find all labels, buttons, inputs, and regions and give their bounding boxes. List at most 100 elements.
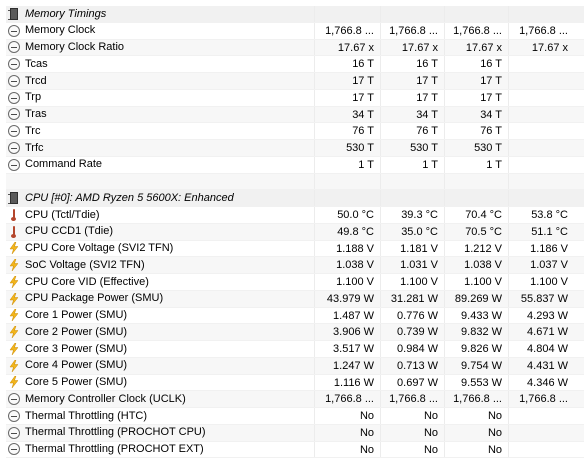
- sensor-row[interactable]: Memory Controller Clock (UCLK) 1,766.8 ..…: [6, 391, 584, 408]
- minimum-value: 16 T: [380, 56, 444, 72]
- sensor-name-cell: CPU Core Voltage (SVI2 TFN): [6, 241, 314, 257]
- lightning-icon: [8, 259, 20, 272]
- sensor-row[interactable]: Trc 76 T 76 T 76 T: [6, 123, 584, 140]
- average-value: [508, 156, 574, 173]
- clock-icon: [8, 158, 20, 171]
- sensor-row[interactable]: Thermal Throttling (PROCHOT EXT) No No No: [6, 441, 584, 459]
- minimum-value: 0.984 W: [380, 341, 444, 357]
- maximum-value: 89.269 W: [444, 290, 508, 307]
- sensor-name-cell: Trfc: [6, 140, 314, 156]
- current-value: No: [314, 441, 380, 458]
- maximum-value: 1.212 V: [444, 240, 508, 257]
- value-cell: [314, 190, 380, 206]
- sensor-row[interactable]: Core 3 Power (SMU) 3.517 W 0.984 W 9.826 W4…: [6, 341, 584, 358]
- minimum-value: 34 T: [380, 106, 444, 123]
- lightning-icon: [8, 242, 20, 255]
- value-cell: [444, 190, 508, 206]
- value-cell: [444, 6, 508, 22]
- average-value: [508, 73, 574, 89]
- maximum-value: 1,766.8 ...: [444, 391, 508, 407]
- minimum-value: 17 T: [380, 89, 444, 106]
- sensor-row[interactable]: Command Rate 1 T1 T1 T: [6, 156, 584, 174]
- lightning-icon: [8, 309, 20, 322]
- sensor-row[interactable]: Trcd 17 T 17 T 17 T: [6, 73, 584, 90]
- sensor-name-cell: Core 2 Power (SMU): [6, 324, 314, 340]
- minimum-value: 1 T: [380, 156, 444, 173]
- sensor-row[interactable]: Trp 17 T 17 T 17 T: [6, 89, 584, 107]
- average-value: 1.186 V: [508, 240, 574, 257]
- maximum-value: 17 T: [444, 89, 508, 106]
- sensor-row[interactable]: Memory Clock 1,766.8 ... 1,766.8 ... 1,766.…: [6, 22, 584, 40]
- sensor-name: CPU CCD1 (Tdie): [25, 225, 114, 238]
- minimum-value: 17 T: [380, 73, 444, 89]
- current-value: 3.906 W: [314, 324, 380, 340]
- sensor-row[interactable]: Thermal Throttling (PROCHOT CPU) No No No: [6, 424, 584, 442]
- average-value: 4.804 W: [508, 341, 574, 357]
- value-cell: [314, 6, 380, 22]
- average-value: 4.293 W: [508, 307, 574, 324]
- clock-icon: [8, 108, 20, 121]
- average-value: [508, 123, 574, 139]
- current-value: 1.100 V: [314, 274, 380, 290]
- current-value: 1 T: [314, 156, 380, 173]
- clock-icon: [8, 443, 20, 456]
- maximum-value: 1 T: [444, 156, 508, 173]
- sensor-row[interactable]: Core 4 Power (SMU) 1.247 W 0.713 W 9.754 W4…: [6, 357, 584, 375]
- section-title: CPU [#0]: AMD Ryzen 5 5600X: Enhanced: [25, 191, 234, 204]
- sensor-name: CPU Core Voltage (SVI2 TFN): [25, 242, 174, 254]
- maximum-value: 9.553 W: [444, 374, 508, 391]
- average-value: 1,766.8 ...: [508, 22, 574, 39]
- sensor-name: Thermal Throttling (HTC): [25, 409, 148, 422]
- sensor-row[interactable]: SoC Voltage (SVI2 TFN) 1.038 V 1.031 V 1.03…: [6, 257, 584, 274]
- minimum-value: 1.181 V: [380, 240, 444, 257]
- maximum-value: 16 T: [444, 56, 508, 72]
- sensor-name: Core 4 Power (SMU): [25, 359, 128, 372]
- section-header[interactable]: CPU [#0]: AMD Ryzen 5 5600X: Enhanced: [6, 190, 584, 207]
- maximum-value: 1.038 V: [444, 257, 508, 273]
- minimum-value: 1.100 V: [380, 274, 444, 290]
- sensor-name-cell: Memory Clock: [6, 23, 314, 39]
- sensor-row[interactable]: Trfc 530 T 530 T 530 T: [6, 140, 584, 157]
- average-value: 53.8 °C: [508, 207, 574, 223]
- chip-icon: [8, 7, 18, 20]
- sensor-name-cell: Core 1 Power (SMU): [6, 308, 314, 324]
- thermometer-icon: [8, 225, 20, 238]
- clock-icon: [8, 393, 20, 406]
- maximum-value: 9.826 W: [444, 341, 508, 357]
- sensor-row[interactable]: CPU Core VID (Effective) 1.100 V 1.100 V 1.…: [6, 274, 584, 291]
- sensor-name-cell: Trp: [6, 90, 314, 106]
- sensor-row[interactable]: CPU (Tctl/Tdie) 50.0 °C 39.3 °C 70.4 °C 53.8…: [6, 207, 584, 224]
- sensor-row[interactable]: CPU CCD1 (Tdie) 49.8 °C 35.0 °C 70.5 °C 51.1…: [6, 223, 584, 241]
- clock-icon: [8, 426, 20, 439]
- sensor-name-cell: Trc: [6, 123, 314, 139]
- minimum-value: 1.031 V: [380, 257, 444, 273]
- sensor-row[interactable]: Core 1 Power (SMU) 1.487 W 0.776 W 9.433 W4…: [6, 307, 584, 325]
- maximum-value: No: [444, 424, 508, 441]
- sensor-row[interactable]: Memory Clock Ratio 17.67 x 17.67 x 17.67 x1…: [6, 39, 584, 57]
- average-value: 1.037 V: [508, 257, 574, 273]
- sensor-row[interactable]: CPU Package Power (SMU) 43.979 W 31.281 W8…: [6, 290, 584, 308]
- sensor-row[interactable]: Thermal Throttling (HTC) No No No: [6, 408, 584, 425]
- maximum-value: 70.5 °C: [444, 223, 508, 240]
- current-value: 17 T: [314, 73, 380, 89]
- sensor-row[interactable]: Tras 34 T 34 T 34 T: [6, 106, 584, 124]
- sensor-name: CPU Core VID (Effective): [25, 275, 149, 288]
- clock-icon: [8, 141, 20, 154]
- average-value: 17.67 x: [508, 39, 574, 56]
- section-title: Memory Timings: [25, 7, 107, 20]
- sensor-name-cell: Core 4 Power (SMU): [6, 358, 314, 374]
- sensor-row[interactable]: Tcas 16 T 16 T 16 T: [6, 56, 584, 73]
- average-value: [508, 140, 574, 156]
- minimum-value: No: [380, 408, 444, 424]
- average-value: 55.837 W: [508, 290, 574, 307]
- average-value: 51.1 °C: [508, 223, 574, 240]
- sensor-row[interactable]: Core 5 Power (SMU) 1.116 W 0.697 W 9.553 W4…: [6, 374, 584, 392]
- section-header[interactable]: Memory Timings: [6, 6, 584, 23]
- maximum-value: 1,766.8 ...: [444, 22, 508, 39]
- sensor-name: Core 5 Power (SMU): [25, 376, 128, 388]
- sensor-row[interactable]: CPU Core Voltage (SVI2 TFN) 1.188 V 1.181 …: [6, 240, 584, 258]
- average-value: [508, 106, 574, 123]
- current-value: 1.247 W: [314, 357, 380, 374]
- sensor-row[interactable]: Core 2 Power (SMU) 3.906 W 0.739 W 9.832 W4…: [6, 324, 584, 341]
- maximum-value: 34 T: [444, 106, 508, 123]
